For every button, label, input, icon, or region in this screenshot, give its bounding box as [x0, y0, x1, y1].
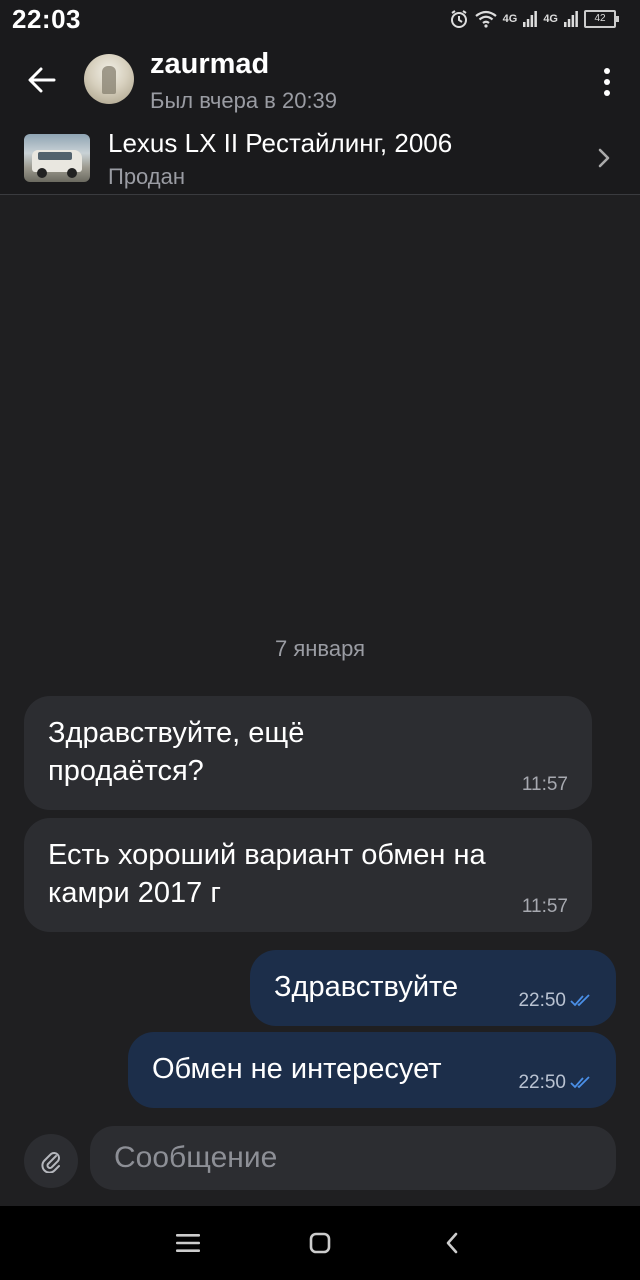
- status-icons: 4G 4G 42: [449, 8, 619, 30]
- network-type-1: 4G: [502, 13, 518, 25]
- listing-card[interactable]: Lexus LX II Рестайлинг, 2006 Продан: [0, 124, 640, 195]
- contact-name[interactable]: zaurmad: [150, 48, 269, 81]
- signal-icon-2: [564, 11, 578, 27]
- last-seen-status: Был вчера в 20:39: [150, 88, 338, 113]
- message-time: 11:57: [521, 774, 568, 795]
- message-bubble-outgoing[interactable]: Здравствуйте 22:50: [250, 950, 616, 1026]
- network-type-2: 4G: [543, 13, 558, 25]
- message-time: 22:50: [518, 1072, 566, 1093]
- wifi-icon: [474, 10, 497, 28]
- attach-button[interactable]: [24, 1134, 78, 1188]
- date-separator: 7 января: [275, 636, 365, 661]
- message-text: Обмен не интересует: [152, 1053, 442, 1085]
- signal-icon: [523, 11, 538, 27]
- back-icon: [446, 1232, 458, 1254]
- listing-status: Продан: [108, 164, 186, 189]
- message-input[interactable]: [90, 1126, 616, 1190]
- more-menu-button[interactable]: [592, 62, 622, 102]
- avatar-figure: [102, 66, 116, 94]
- message-bubble-incoming[interactable]: Есть хороший вариант обмен на камри 2017…: [24, 818, 592, 932]
- message-time: 11:57: [521, 896, 568, 917]
- recent-apps-button[interactable]: [168, 1228, 208, 1258]
- message-time: 22:50: [518, 990, 566, 1011]
- chat-screen: 22:03 4G 4G 42 zaurmad Был вчера в 20:39…: [0, 0, 640, 1280]
- double-check-icon: [570, 1076, 590, 1089]
- home-button[interactable]: [300, 1228, 340, 1258]
- message-bubble-outgoing[interactable]: Обмен не интересует 22:50: [128, 1032, 616, 1108]
- avatar[interactable]: [84, 54, 134, 104]
- message-text: Есть хороший вариант обмен на камри 2017…: [48, 839, 486, 909]
- car-thumbnail: [24, 134, 90, 182]
- system-nav-bar: [0, 1206, 640, 1280]
- status-time: 22:03: [12, 4, 81, 34]
- listing-title: Lexus LX II Рестайлинг, 2006: [108, 128, 453, 158]
- back-button[interactable]: [22, 60, 62, 100]
- message-text: Здравствуйте, ещё продаётся?: [48, 717, 305, 787]
- chevron-right-icon: [598, 148, 610, 168]
- chat-header: zaurmad Был вчера в 20:39: [0, 38, 640, 124]
- paperclip-icon: [41, 1152, 60, 1173]
- menu-icon: [176, 1234, 200, 1252]
- battery-icon: 42: [584, 10, 619, 28]
- status-bar: 22:03 4G 4G 42: [0, 0, 640, 38]
- arrow-left-icon: [28, 67, 56, 93]
- home-icon: [309, 1232, 331, 1254]
- double-check-icon: [570, 994, 590, 1007]
- message-text: Здравствуйте: [274, 971, 459, 1003]
- alarm-icon: [450, 10, 467, 28]
- more-vertical-icon: [604, 68, 610, 74]
- system-back-button[interactable]: [432, 1228, 472, 1258]
- message-bubble-incoming[interactable]: Здравствуйте, ещё продаётся? 11:57: [24, 696, 592, 810]
